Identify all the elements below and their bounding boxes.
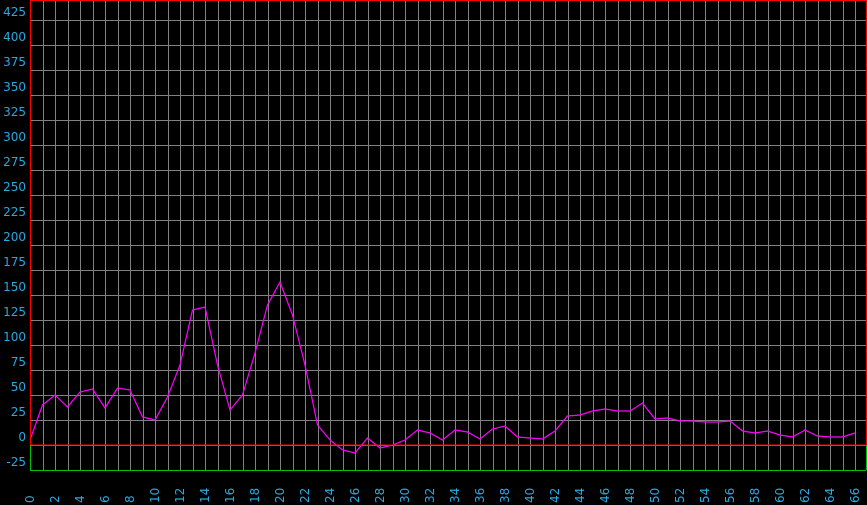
x-tick-label: 16 [223, 488, 237, 503]
line-chart: -250255075100125150175200225250275300325… [0, 0, 867, 505]
x-tick-label: 40 [523, 488, 537, 503]
x-tick-label: 10 [148, 488, 162, 503]
x-tick-label: 60 [773, 488, 787, 503]
x-tick-label: 62 [798, 488, 812, 503]
x-tick-label: 2 [48, 495, 62, 503]
y-tick-label: 375 [3, 55, 26, 69]
y-tick-label: 250 [3, 180, 26, 194]
y-tick-label: 25 [11, 405, 26, 419]
x-tick-label: 14 [198, 488, 212, 503]
x-tick-label: 48 [623, 488, 637, 503]
y-tick-label: 400 [3, 30, 26, 44]
x-tick-label: 66 [848, 488, 862, 503]
x-tick-label: 52 [673, 488, 687, 503]
y-tick-label: 150 [3, 280, 26, 294]
y-tick-label: 100 [3, 330, 26, 344]
x-tick-label: 20 [273, 488, 287, 503]
x-tick-label: 4 [73, 495, 87, 503]
x-tick-label: 46 [598, 488, 612, 503]
y-tick-label: 325 [3, 105, 26, 119]
x-tick-label: 36 [473, 488, 487, 503]
y-tick-label: 225 [3, 205, 26, 219]
x-tick-label: 30 [398, 488, 412, 503]
x-tick-label: 56 [723, 488, 737, 503]
y-tick-label: 0 [18, 430, 26, 444]
x-tick-label: 54 [698, 488, 712, 503]
y-tick-label: 350 [3, 80, 26, 94]
x-tick-label: 26 [348, 488, 362, 503]
y-tick-label: 125 [3, 305, 26, 319]
x-tick-label: 32 [423, 488, 437, 503]
x-tick-label: 28 [373, 488, 387, 503]
x-tick-label: 8 [123, 495, 137, 503]
x-tick-label: 44 [573, 488, 587, 503]
x-tick-label: 18 [248, 488, 262, 503]
y-tick-label: 175 [3, 255, 26, 269]
x-tick-label: 42 [548, 488, 562, 503]
x-tick-label: 0 [23, 495, 37, 503]
y-tick-label: 200 [3, 230, 26, 244]
x-tick-label: 34 [448, 488, 462, 503]
y-tick-label: 75 [11, 355, 26, 369]
x-tick-label: 6 [98, 495, 112, 503]
x-tick-label: 50 [648, 488, 662, 503]
y-tick-label: 300 [3, 130, 26, 144]
y-tick-label: 50 [11, 380, 26, 394]
x-tick-label: 24 [323, 488, 337, 503]
x-tick-label: 12 [173, 488, 187, 503]
x-tick-label: 22 [298, 488, 312, 503]
x-tick-label: 38 [498, 488, 512, 503]
y-tick-label: -25 [6, 455, 26, 469]
x-tick-label: 64 [823, 488, 837, 503]
x-tick-label: 58 [748, 488, 762, 503]
y-tick-label: 425 [3, 5, 26, 19]
y-tick-label: 275 [3, 155, 26, 169]
